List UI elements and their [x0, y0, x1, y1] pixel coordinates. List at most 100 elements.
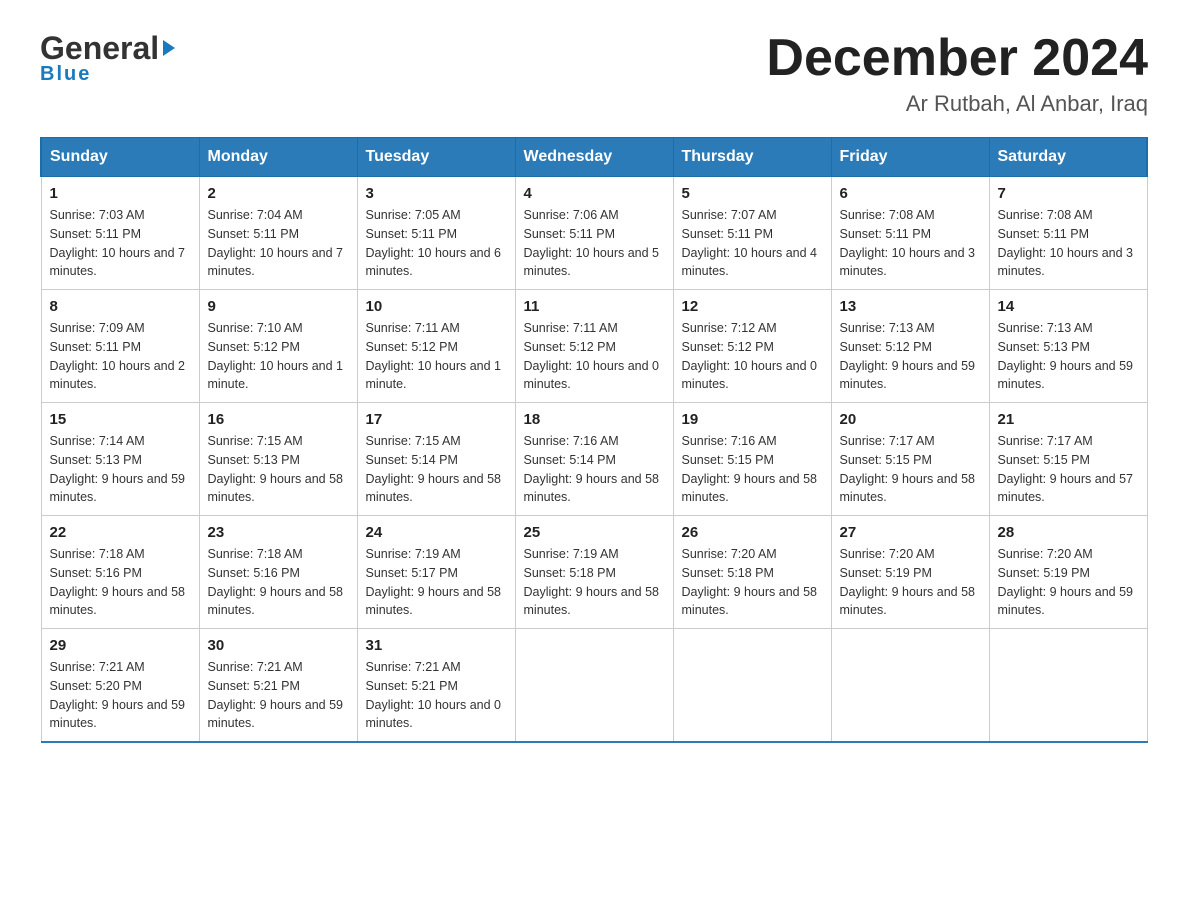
day-of-week-header: Sunday — [41, 138, 199, 177]
calendar-cell: 2 Sunrise: 7:04 AM Sunset: 5:11 PM Dayli… — [199, 177, 357, 290]
day-info: Sunrise: 7:13 AM Sunset: 5:12 PM Dayligh… — [840, 319, 981, 394]
calendar-table: SundayMondayTuesdayWednesdayThursdayFrid… — [40, 137, 1148, 743]
calendar-cell: 14 Sunrise: 7:13 AM Sunset: 5:13 PM Dayl… — [989, 290, 1147, 403]
day-info: Sunrise: 7:17 AM Sunset: 5:15 PM Dayligh… — [840, 432, 981, 507]
day-number: 4 — [524, 185, 665, 202]
day-number: 28 — [998, 524, 1139, 541]
calendar-cell: 15 Sunrise: 7:14 AM Sunset: 5:13 PM Dayl… — [41, 403, 199, 516]
calendar-cell: 29 Sunrise: 7:21 AM Sunset: 5:20 PM Dayl… — [41, 629, 199, 743]
day-info: Sunrise: 7:14 AM Sunset: 5:13 PM Dayligh… — [50, 432, 191, 507]
day-info: Sunrise: 7:17 AM Sunset: 5:15 PM Dayligh… — [998, 432, 1139, 507]
day-info: Sunrise: 7:09 AM Sunset: 5:11 PM Dayligh… — [50, 319, 191, 394]
calendar-cell: 6 Sunrise: 7:08 AM Sunset: 5:11 PM Dayli… — [831, 177, 989, 290]
calendar-cell: 4 Sunrise: 7:06 AM Sunset: 5:11 PM Dayli… — [515, 177, 673, 290]
day-info: Sunrise: 7:20 AM Sunset: 5:19 PM Dayligh… — [840, 545, 981, 620]
calendar-cell: 9 Sunrise: 7:10 AM Sunset: 5:12 PM Dayli… — [199, 290, 357, 403]
day-info: Sunrise: 7:21 AM Sunset: 5:21 PM Dayligh… — [208, 658, 349, 733]
day-of-week-header: Monday — [199, 138, 357, 177]
day-number: 17 — [366, 411, 507, 428]
calendar-cell: 23 Sunrise: 7:18 AM Sunset: 5:16 PM Dayl… — [199, 516, 357, 629]
day-info: Sunrise: 7:20 AM Sunset: 5:18 PM Dayligh… — [682, 545, 823, 620]
day-info: Sunrise: 7:21 AM Sunset: 5:21 PM Dayligh… — [366, 658, 507, 733]
calendar-cell: 13 Sunrise: 7:13 AM Sunset: 5:12 PM Dayl… — [831, 290, 989, 403]
logo-general-text: General — [40, 30, 159, 67]
day-info: Sunrise: 7:06 AM Sunset: 5:11 PM Dayligh… — [524, 206, 665, 281]
day-info: Sunrise: 7:08 AM Sunset: 5:11 PM Dayligh… — [998, 206, 1139, 281]
day-number: 8 — [50, 298, 191, 315]
day-info: Sunrise: 7:16 AM Sunset: 5:14 PM Dayligh… — [524, 432, 665, 507]
day-info: Sunrise: 7:21 AM Sunset: 5:20 PM Dayligh… — [50, 658, 191, 733]
day-of-week-header: Friday — [831, 138, 989, 177]
day-number: 15 — [50, 411, 191, 428]
day-info: Sunrise: 7:18 AM Sunset: 5:16 PM Dayligh… — [50, 545, 191, 620]
day-number: 9 — [208, 298, 349, 315]
calendar-cell: 16 Sunrise: 7:15 AM Sunset: 5:13 PM Dayl… — [199, 403, 357, 516]
day-number: 18 — [524, 411, 665, 428]
day-number: 12 — [682, 298, 823, 315]
day-number: 13 — [840, 298, 981, 315]
day-number: 16 — [208, 411, 349, 428]
logo-blue-text: Blue — [40, 63, 91, 86]
logo-triangle-icon — [163, 40, 175, 56]
calendar-cell: 27 Sunrise: 7:20 AM Sunset: 5:19 PM Dayl… — [831, 516, 989, 629]
calendar-cell: 22 Sunrise: 7:18 AM Sunset: 5:16 PM Dayl… — [41, 516, 199, 629]
calendar-cell: 21 Sunrise: 7:17 AM Sunset: 5:15 PM Dayl… — [989, 403, 1147, 516]
calendar-week-row: 22 Sunrise: 7:18 AM Sunset: 5:16 PM Dayl… — [41, 516, 1147, 629]
calendar-header-row: SundayMondayTuesdayWednesdayThursdayFrid… — [41, 138, 1147, 177]
calendar-cell: 10 Sunrise: 7:11 AM Sunset: 5:12 PM Dayl… — [357, 290, 515, 403]
calendar-cell — [831, 629, 989, 743]
day-number: 29 — [50, 637, 191, 654]
calendar-cell — [989, 629, 1147, 743]
calendar-cell — [515, 629, 673, 743]
day-info: Sunrise: 7:04 AM Sunset: 5:11 PM Dayligh… — [208, 206, 349, 281]
day-info: Sunrise: 7:12 AM Sunset: 5:12 PM Dayligh… — [682, 319, 823, 394]
day-number: 21 — [998, 411, 1139, 428]
day-number: 25 — [524, 524, 665, 541]
day-of-week-header: Thursday — [673, 138, 831, 177]
day-number: 7 — [998, 185, 1139, 202]
day-info: Sunrise: 7:10 AM Sunset: 5:12 PM Dayligh… — [208, 319, 349, 394]
day-number: 23 — [208, 524, 349, 541]
day-info: Sunrise: 7:03 AM Sunset: 5:11 PM Dayligh… — [50, 206, 191, 281]
day-number: 1 — [50, 185, 191, 202]
day-info: Sunrise: 7:08 AM Sunset: 5:11 PM Dayligh… — [840, 206, 981, 281]
day-info: Sunrise: 7:05 AM Sunset: 5:11 PM Dayligh… — [366, 206, 507, 281]
day-info: Sunrise: 7:15 AM Sunset: 5:14 PM Dayligh… — [366, 432, 507, 507]
day-info: Sunrise: 7:11 AM Sunset: 5:12 PM Dayligh… — [524, 319, 665, 394]
calendar-cell: 19 Sunrise: 7:16 AM Sunset: 5:15 PM Dayl… — [673, 403, 831, 516]
calendar-cell: 3 Sunrise: 7:05 AM Sunset: 5:11 PM Dayli… — [357, 177, 515, 290]
day-number: 3 — [366, 185, 507, 202]
calendar-cell: 28 Sunrise: 7:20 AM Sunset: 5:19 PM Dayl… — [989, 516, 1147, 629]
day-number: 11 — [524, 298, 665, 315]
day-number: 24 — [366, 524, 507, 541]
day-number: 10 — [366, 298, 507, 315]
calendar-week-row: 1 Sunrise: 7:03 AM Sunset: 5:11 PM Dayli… — [41, 177, 1147, 290]
calendar-cell: 18 Sunrise: 7:16 AM Sunset: 5:14 PM Dayl… — [515, 403, 673, 516]
calendar-cell: 17 Sunrise: 7:15 AM Sunset: 5:14 PM Dayl… — [357, 403, 515, 516]
calendar-cell — [673, 629, 831, 743]
day-of-week-header: Tuesday — [357, 138, 515, 177]
calendar-cell: 30 Sunrise: 7:21 AM Sunset: 5:21 PM Dayl… — [199, 629, 357, 743]
day-info: Sunrise: 7:07 AM Sunset: 5:11 PM Dayligh… — [682, 206, 823, 281]
day-number: 6 — [840, 185, 981, 202]
page-header: General Blue December 2024 Ar Rutbah, Al… — [40, 30, 1148, 117]
day-info: Sunrise: 7:15 AM Sunset: 5:13 PM Dayligh… — [208, 432, 349, 507]
calendar-cell: 8 Sunrise: 7:09 AM Sunset: 5:11 PM Dayli… — [41, 290, 199, 403]
day-info: Sunrise: 7:19 AM Sunset: 5:18 PM Dayligh… — [524, 545, 665, 620]
day-info: Sunrise: 7:11 AM Sunset: 5:12 PM Dayligh… — [366, 319, 507, 394]
day-number: 2 — [208, 185, 349, 202]
day-number: 22 — [50, 524, 191, 541]
calendar-week-row: 15 Sunrise: 7:14 AM Sunset: 5:13 PM Dayl… — [41, 403, 1147, 516]
calendar-cell: 5 Sunrise: 7:07 AM Sunset: 5:11 PM Dayli… — [673, 177, 831, 290]
day-info: Sunrise: 7:16 AM Sunset: 5:15 PM Dayligh… — [682, 432, 823, 507]
day-number: 27 — [840, 524, 981, 541]
calendar-cell: 7 Sunrise: 7:08 AM Sunset: 5:11 PM Dayli… — [989, 177, 1147, 290]
day-info: Sunrise: 7:19 AM Sunset: 5:17 PM Dayligh… — [366, 545, 507, 620]
calendar-cell: 12 Sunrise: 7:12 AM Sunset: 5:12 PM Dayl… — [673, 290, 831, 403]
calendar-cell: 25 Sunrise: 7:19 AM Sunset: 5:18 PM Dayl… — [515, 516, 673, 629]
day-info: Sunrise: 7:13 AM Sunset: 5:13 PM Dayligh… — [998, 319, 1139, 394]
calendar-cell: 11 Sunrise: 7:11 AM Sunset: 5:12 PM Dayl… — [515, 290, 673, 403]
day-number: 5 — [682, 185, 823, 202]
day-number: 19 — [682, 411, 823, 428]
day-number: 20 — [840, 411, 981, 428]
